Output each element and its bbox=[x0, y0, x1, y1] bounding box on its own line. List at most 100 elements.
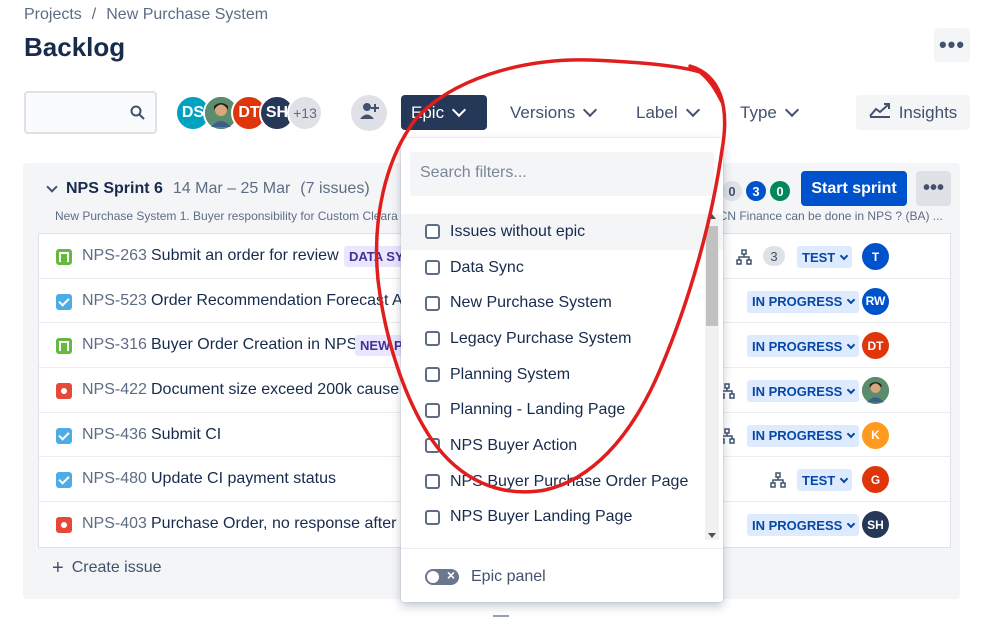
add-user-button[interactable] bbox=[351, 95, 387, 131]
epic-option[interactable]: NPS Buyer Purchase Order Page bbox=[401, 464, 723, 500]
issue-key[interactable]: NPS-436 bbox=[82, 426, 147, 444]
issue-key[interactable]: NPS-480 bbox=[82, 470, 147, 488]
divider bbox=[401, 548, 723, 549]
issue-key[interactable]: NPS-263 bbox=[82, 247, 147, 265]
task-icon bbox=[56, 427, 72, 444]
chevron-down-icon bbox=[583, 102, 598, 118]
issue-key[interactable]: NPS-422 bbox=[82, 381, 147, 399]
task-icon bbox=[56, 472, 72, 489]
checkbox[interactable] bbox=[425, 402, 440, 418]
dropdown-scrollbar[interactable] bbox=[705, 214, 719, 540]
epic-option[interactable]: NPS Buyer Action bbox=[401, 428, 723, 464]
checkbox[interactable] bbox=[425, 260, 440, 276]
epic-option[interactable]: New Purchase System bbox=[401, 285, 723, 321]
label-filter-button[interactable]: Label bbox=[626, 95, 708, 130]
epic-option[interactable]: Issues without epic bbox=[401, 214, 723, 250]
breadcrumb-projects[interactable]: Projects bbox=[24, 6, 82, 24]
assignee-avatar[interactable]: SH bbox=[862, 511, 889, 539]
issue-summary: Purchase Order, no response after cl bbox=[151, 515, 413, 533]
chevron-down-icon bbox=[847, 340, 856, 350]
epic-option[interactable]: Data Sync bbox=[401, 250, 723, 286]
checkbox[interactable] bbox=[425, 295, 440, 311]
epic-panel-toggle-row[interactable]: Epic panel bbox=[425, 567, 546, 586]
status-dropdown[interactable]: IN PROGRESS bbox=[747, 424, 860, 447]
avatar-group: DS DT SH +13 bbox=[175, 95, 323, 131]
add-user-icon bbox=[358, 100, 380, 127]
assignee-avatar[interactable]: T bbox=[862, 243, 889, 270]
status-dropdown[interactable]: IN PROGRESS bbox=[747, 514, 860, 537]
create-issue-button[interactable]: + Create issue bbox=[52, 557, 162, 579]
assignee-avatar[interactable]: DT bbox=[862, 332, 889, 360]
avatar-more-count[interactable]: +13 bbox=[287, 95, 323, 131]
breadcrumb: Projects / New Purchase System bbox=[24, 6, 268, 24]
breadcrumb-separator: / bbox=[91, 6, 97, 23]
chevron-down-icon bbox=[847, 385, 856, 394]
checkbox[interactable] bbox=[425, 438, 440, 454]
epic-option[interactable]: Legacy Purchase System bbox=[401, 321, 723, 357]
issue-key[interactable]: NPS-403 bbox=[82, 515, 147, 533]
resize-handle[interactable] bbox=[493, 615, 509, 623]
page-more-button[interactable]: ••• bbox=[934, 28, 970, 62]
checkbox[interactable] bbox=[425, 224, 440, 240]
status-dropdown[interactable]: IN PROGRESS bbox=[747, 335, 860, 358]
story-icon bbox=[56, 338, 72, 355]
task-icon bbox=[56, 293, 72, 310]
status-dropdown[interactable]: TEST bbox=[797, 246, 853, 268]
done-count-badge: 0 bbox=[770, 181, 790, 201]
breadcrumb-project[interactable]: New Purchase System bbox=[106, 6, 268, 24]
scrollbar-thumb[interactable] bbox=[706, 226, 718, 326]
epic-option[interactable]: Planning System bbox=[401, 357, 723, 393]
sprint-dates: 14 Mar – 25 Mar bbox=[172, 180, 291, 197]
epic-panel-toggle[interactable] bbox=[425, 567, 459, 585]
story-icon bbox=[56, 249, 72, 265]
child-issues-icon bbox=[770, 472, 786, 493]
scroll-down-arrow-icon[interactable] bbox=[708, 533, 716, 538]
start-sprint-button[interactable]: Start sprint bbox=[801, 171, 907, 206]
bug-icon bbox=[56, 517, 72, 534]
chevron-down-icon[interactable] bbox=[46, 181, 58, 193]
assignee-avatar[interactable]: RW bbox=[862, 287, 889, 315]
epic-options-list: Issues without epic Data Sync New Purcha… bbox=[401, 214, 723, 540]
issue-key[interactable]: NPS-316 bbox=[82, 336, 147, 354]
issue-summary: Order Recommendation Forecast AP bbox=[151, 291, 414, 309]
type-filter-button[interactable]: Type bbox=[730, 95, 807, 130]
chevron-down-icon bbox=[847, 295, 856, 305]
page-title: Backlog bbox=[24, 32, 126, 62]
insights-button[interactable]: Insights bbox=[856, 95, 970, 130]
checkbox[interactable] bbox=[425, 331, 440, 347]
status-dropdown[interactable]: IN PROGRESS bbox=[747, 290, 860, 313]
sprint-header[interactable]: NPS Sprint 6 14 Mar – 25 Mar (7 issues) bbox=[46, 180, 370, 198]
issue-summary: Update CI payment status bbox=[151, 470, 336, 488]
status-dropdown[interactable]: IN PROGRESS bbox=[747, 380, 860, 403]
checkbox[interactable] bbox=[425, 367, 440, 383]
issue-key[interactable]: NPS-523 bbox=[82, 292, 147, 310]
assignee-avatar[interactable]: K bbox=[862, 421, 889, 449]
assignee-avatar[interactable]: G bbox=[862, 466, 889, 494]
search-input[interactable] bbox=[24, 91, 157, 134]
epic-filter-button[interactable]: Epic bbox=[401, 95, 487, 130]
chevron-down-icon bbox=[847, 430, 856, 439]
sprint-more-button[interactable]: ••• bbox=[916, 171, 951, 206]
sprint-status-counts: 0 3 0 bbox=[722, 181, 790, 201]
scroll-up-arrow-icon[interactable] bbox=[708, 214, 716, 219]
epic-option[interactable]: Planning - Landing Page bbox=[401, 392, 723, 428]
plus-icon: + bbox=[52, 557, 64, 579]
chevron-down-icon bbox=[839, 251, 849, 260]
epic-option[interactable]: NPS Buyer Landing Page bbox=[401, 500, 723, 536]
assignee-avatar-photo[interactable] bbox=[862, 377, 889, 405]
chevron-down-icon bbox=[847, 519, 856, 528]
chevron-down-icon bbox=[839, 474, 849, 484]
checkbox[interactable] bbox=[425, 474, 440, 490]
chevron-down-icon bbox=[452, 102, 467, 118]
issue-summary: Submit CI bbox=[151, 425, 222, 443]
checkbox[interactable] bbox=[425, 509, 440, 525]
versions-filter-button[interactable]: Versions bbox=[500, 95, 605, 130]
issue-summary: Document size exceed 200k cause fa bbox=[151, 381, 417, 399]
sprint-goal-tail: s, CN Finance can be done in NPS ? (BA) … bbox=[706, 209, 943, 223]
filter-search-input[interactable]: Search filters... bbox=[410, 152, 714, 196]
epic-lozenge: NEW P bbox=[355, 335, 408, 357]
in-progress-count-badge: 3 bbox=[746, 181, 766, 201]
epic-filter-dropdown: Search filters... Issues without epic Da… bbox=[401, 138, 723, 602]
insights-icon bbox=[868, 102, 891, 123]
status-dropdown[interactable]: TEST bbox=[797, 469, 853, 492]
